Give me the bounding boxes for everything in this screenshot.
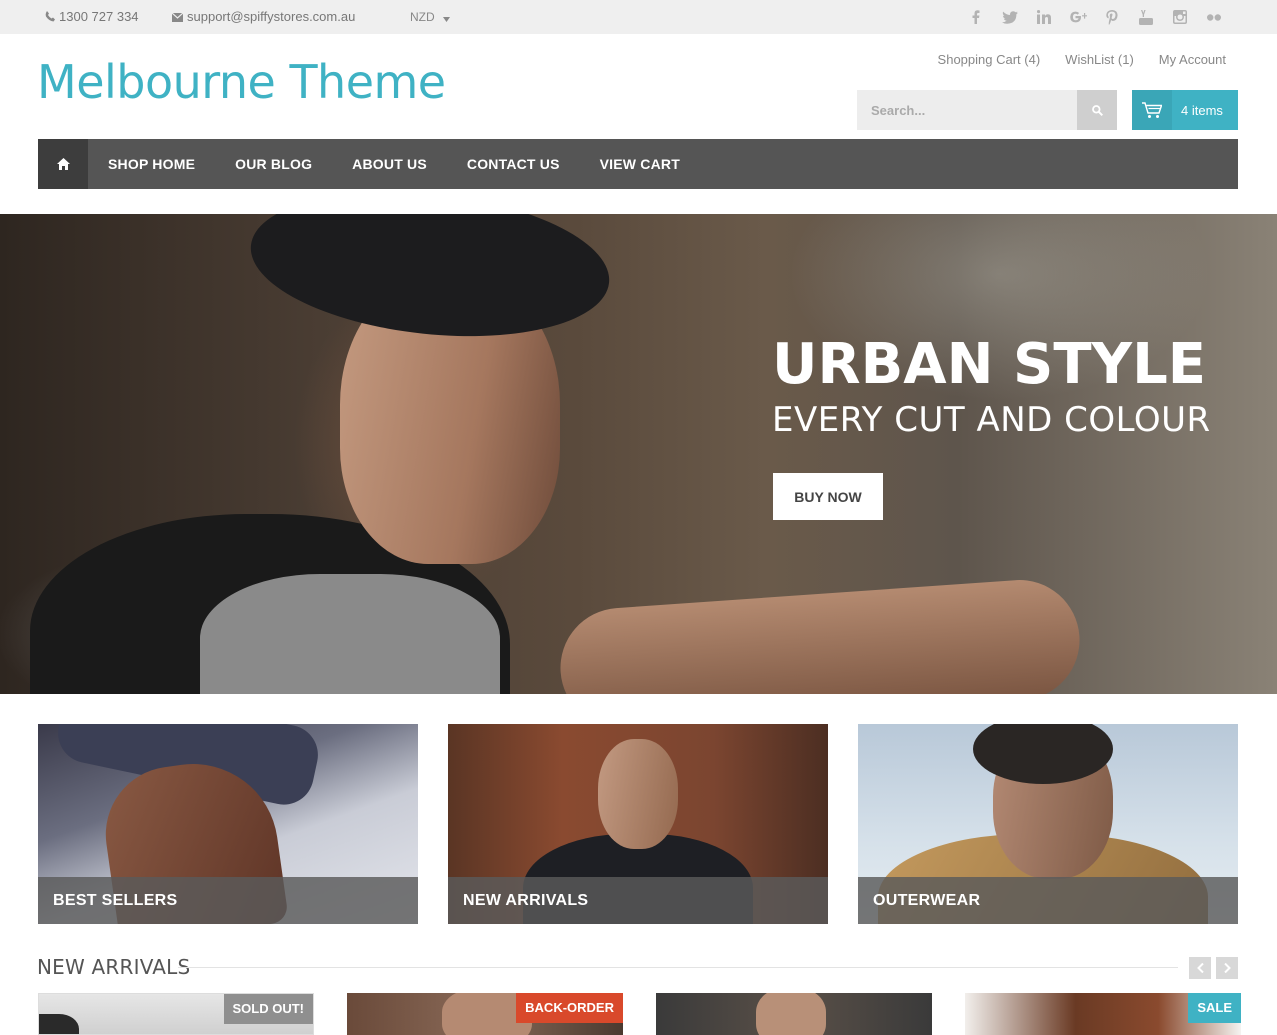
cart-icon-wrap [1132,90,1172,130]
section-title: NEW ARRIVALS [37,955,191,979]
main-navigation: SHOP HOME OUR BLOG ABOUT US CONTACT US V… [38,139,1238,189]
mini-cart-button[interactable]: 4 items [1132,90,1238,130]
nav-contact-us[interactable]: CONTACT US [447,139,580,189]
caret-down-icon [443,17,451,22]
wishlist-link[interactable]: WishList (1) [1065,52,1134,67]
product-image [39,1014,79,1034]
hero-banner: URBAN STYLE EVERY CUT AND COLOUR BUY NOW [0,214,1277,694]
my-account-link[interactable]: My Account [1159,52,1226,67]
linkedin-icon[interactable] [1027,0,1061,34]
hero-title: URBAN STYLE [772,332,1206,397]
category-label: BEST SELLERS [38,877,418,924]
category-tile-new-arrivals[interactable]: NEW ARRIVALS [448,724,828,924]
tile-image-model [598,739,678,849]
social-links [959,0,1231,34]
product-card[interactable]: SOLD OUT! [38,993,314,1035]
cart-item-count: 4 items [1181,102,1223,118]
status-badge: SOLD OUT! [223,994,313,1024]
hero-subtitle: EVERY CUT AND COLOUR [772,400,1211,440]
product-card[interactable]: BACK-ORDER [347,993,623,1035]
phone-icon [45,11,55,22]
google-plus-icon[interactable] [1061,0,1095,34]
search-input[interactable] [857,90,1077,130]
account-links: Shopping Cart (4) WishList (1) My Accoun… [938,52,1226,67]
status-badge: SALE [1188,993,1241,1023]
nav-shop-home[interactable]: SHOP HOME [88,139,215,189]
category-label: OUTERWEAR [858,877,1238,924]
currency-value: NZD [410,10,435,24]
shopping-cart-link[interactable]: Shopping Cart (4) [938,52,1041,67]
hero-image-cap [243,214,617,353]
site-logo[interactable]: Melbourne Theme [37,55,446,109]
section-divider [178,967,1178,968]
chevron-left-icon [1196,963,1204,973]
pinterest-icon[interactable] [1095,0,1129,34]
hero-image-arm [556,576,1084,694]
status-badge: BACK-ORDER [516,993,623,1023]
home-icon [56,158,70,170]
instagram-icon[interactable] [1163,0,1197,34]
buy-now-button[interactable]: BUY NOW [773,473,883,520]
email-contact[interactable]: support@spiffystores.com.au [171,0,356,34]
phone-number: 1300 727 334 [59,9,139,24]
currency-selector[interactable]: NZD [410,0,454,34]
home-button[interactable] [38,139,88,189]
shopping-cart-icon [1142,101,1162,118]
twitter-icon[interactable] [993,0,1027,34]
email-address: support@spiffystores.com.au [187,9,356,24]
flickr-icon[interactable] [1197,0,1231,34]
nav-our-blog[interactable]: OUR BLOG [215,139,332,189]
search-icon [1091,104,1103,116]
product-image [756,993,826,1035]
nav-view-cart[interactable]: VIEW CART [580,139,700,189]
search-button[interactable] [1077,90,1117,130]
envelope-icon [171,12,184,22]
category-tile-best-sellers[interactable]: BEST SELLERS [38,724,418,924]
product-card[interactable] [656,993,932,1035]
phone-contact[interactable]: 1300 727 334 [45,0,139,34]
chevron-right-icon [1223,963,1231,973]
top-bar: 1300 727 334 support@spiffystores.com.au… [0,0,1277,34]
nav-about-us[interactable]: ABOUT US [332,139,447,189]
youtube-icon[interactable] [1129,0,1163,34]
category-label: NEW ARRIVALS [448,877,828,924]
carousel-prev-button[interactable] [1189,957,1211,979]
category-tile-outerwear[interactable]: OUTERWEAR [858,724,1238,924]
hero-image-shirt [200,574,500,694]
facebook-icon[interactable] [959,0,993,34]
carousel-next-button[interactable] [1216,957,1238,979]
product-card[interactable]: SALE [965,993,1241,1035]
